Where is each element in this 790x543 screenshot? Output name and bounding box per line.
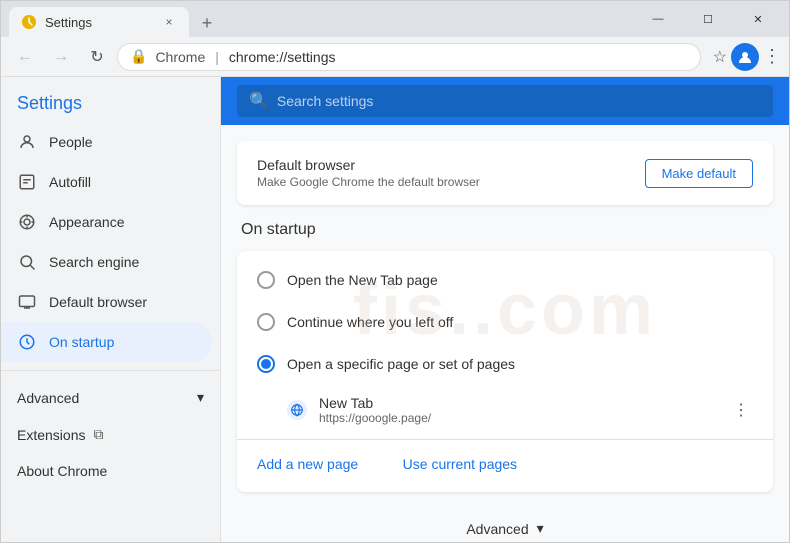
page-info: New Tab https://gooogle.page/ — [319, 395, 717, 425]
sidebar-search-engine-label: Search engine — [49, 254, 139, 270]
autofill-icon — [17, 172, 37, 192]
address-bar[interactable]: 🔒 Chrome | chrome://settings — [117, 43, 701, 71]
search-bar-container: 🔍 — [221, 77, 789, 125]
radio-new-tab — [257, 271, 275, 289]
address-url: chrome://settings — [229, 49, 688, 65]
add-new-page-button[interactable]: Add a new page — [237, 444, 378, 484]
search-settings-input[interactable] — [277, 93, 761, 109]
window-controls: — ☐ ✕ — [635, 4, 781, 34]
minimize-button[interactable]: — — [635, 4, 681, 34]
sidebar-appearance-label: Appearance — [49, 214, 125, 230]
tab-close-button[interactable]: × — [161, 14, 177, 30]
address-separator: | — [215, 49, 219, 65]
startup-option-new-tab[interactable]: Open the New Tab page — [237, 259, 773, 301]
sidebar-item-on-startup[interactable]: On startup — [1, 322, 212, 362]
sidebar-item-default-browser[interactable]: Default browser — [1, 282, 212, 322]
browser-menu-button[interactable]: ⋮ — [763, 46, 781, 67]
advanced-footer-icon: ▾ — [537, 520, 544, 537]
on-startup-icon — [17, 332, 37, 352]
page-menu-button[interactable]: ⋮ — [729, 398, 753, 422]
main-area: Settings People Autofill Appearance — [1, 77, 789, 542]
sidebar-item-search-engine[interactable]: Search engine — [1, 242, 212, 282]
startup-options-card: Open the New Tab page Continue where you… — [237, 251, 773, 492]
radio-continue — [257, 313, 275, 331]
people-icon — [17, 132, 37, 152]
default-browser-subtitle: Make Google Chrome the default browser — [257, 175, 480, 189]
radio-specific-page — [257, 355, 275, 373]
startup-option-continue[interactable]: Continue where you left off — [237, 301, 773, 343]
card-divider — [237, 439, 773, 440]
make-default-button[interactable]: Make default — [645, 159, 753, 188]
default-browser-title: Default browser — [257, 157, 480, 173]
default-browser-card: Default browser Make Google Chrome the d… — [237, 141, 773, 205]
sidebar: Settings People Autofill Appearance — [1, 77, 221, 542]
startup-new-tab-label: Open the New Tab page — [287, 272, 438, 288]
advanced-footer-label: Advanced — [466, 521, 528, 537]
page-entry-new-tab: New Tab https://gooogle.page/ ⋮ — [237, 385, 773, 435]
extensions-label: Extensions — [17, 427, 85, 443]
new-tab-button[interactable]: + — [193, 9, 221, 37]
use-current-pages-button[interactable]: Use current pages — [383, 444, 537, 484]
sidebar-advanced-section[interactable]: Advanced ▾ — [1, 379, 220, 416]
sidebar-people-label: People — [49, 134, 93, 150]
settings-content-area: 🔍 Default browser Make Google Chrome the… — [221, 77, 789, 542]
tab-favicon — [21, 14, 37, 30]
external-link-icon: ⧉ — [93, 426, 103, 443]
back-button[interactable]: ← — [9, 41, 41, 73]
maximize-button[interactable]: ☐ — [685, 4, 731, 34]
sidebar-on-startup-label: On startup — [49, 334, 114, 350]
lock-icon: 🔒 — [130, 48, 147, 65]
profile-button[interactable] — [731, 43, 759, 71]
advanced-footer[interactable]: Advanced ▾ — [237, 508, 773, 542]
refresh-button[interactable]: ↻ — [81, 41, 113, 73]
default-browser-icon — [17, 292, 37, 312]
address-chrome-label: Chrome — [155, 49, 205, 65]
about-chrome-label: About Chrome — [17, 463, 107, 479]
sidebar-item-about-chrome[interactable]: About Chrome — [1, 453, 220, 489]
on-startup-section-title: On startup — [237, 221, 773, 239]
tab-group: Settings × + — [9, 1, 221, 37]
close-button[interactable]: ✕ — [735, 4, 781, 34]
appearance-icon — [17, 212, 37, 232]
settings-main-content: Default browser Make Google Chrome the d… — [221, 125, 789, 542]
page-url: https://gooogle.page/ — [319, 411, 717, 425]
forward-button[interactable]: → — [45, 41, 77, 73]
page-name: New Tab — [319, 395, 717, 411]
nav-bar: ← → ↻ 🔒 Chrome | chrome://settings ☆ ⋮ — [1, 37, 789, 77]
default-browser-text: Default browser Make Google Chrome the d… — [257, 157, 480, 189]
sidebar-title: Settings — [1, 77, 220, 122]
address-right-icons: ☆ — [713, 47, 727, 67]
search-bar[interactable]: 🔍 — [237, 85, 773, 117]
sidebar-autofill-label: Autofill — [49, 174, 91, 190]
sidebar-item-autofill[interactable]: Autofill — [1, 162, 212, 202]
tab-title: Settings — [45, 15, 92, 30]
advanced-label: Advanced — [17, 390, 79, 406]
startup-specific-page-label: Open a specific page or set of pages — [287, 356, 515, 372]
title-bar: Settings × + — ☐ ✕ — [1, 1, 789, 37]
advanced-chevron-icon: ▾ — [197, 389, 204, 406]
sidebar-item-people[interactable]: People — [1, 122, 212, 162]
search-engine-icon — [17, 252, 37, 272]
startup-continue-label: Continue where you left off — [287, 314, 453, 330]
sidebar-item-extensions[interactable]: Extensions ⧉ — [1, 416, 220, 453]
bookmark-icon[interactable]: ☆ — [713, 47, 727, 67]
startup-option-specific-page[interactable]: Open a specific page or set of pages — [237, 343, 773, 385]
sidebar-default-browser-label: Default browser — [49, 294, 147, 310]
page-favicon-icon — [287, 400, 307, 420]
radio-inner-dot — [261, 359, 271, 369]
sidebar-divider — [1, 370, 220, 371]
sidebar-item-appearance[interactable]: Appearance — [1, 202, 212, 242]
active-tab[interactable]: Settings × — [9, 7, 189, 37]
search-bar-icon: 🔍 — [249, 91, 269, 111]
